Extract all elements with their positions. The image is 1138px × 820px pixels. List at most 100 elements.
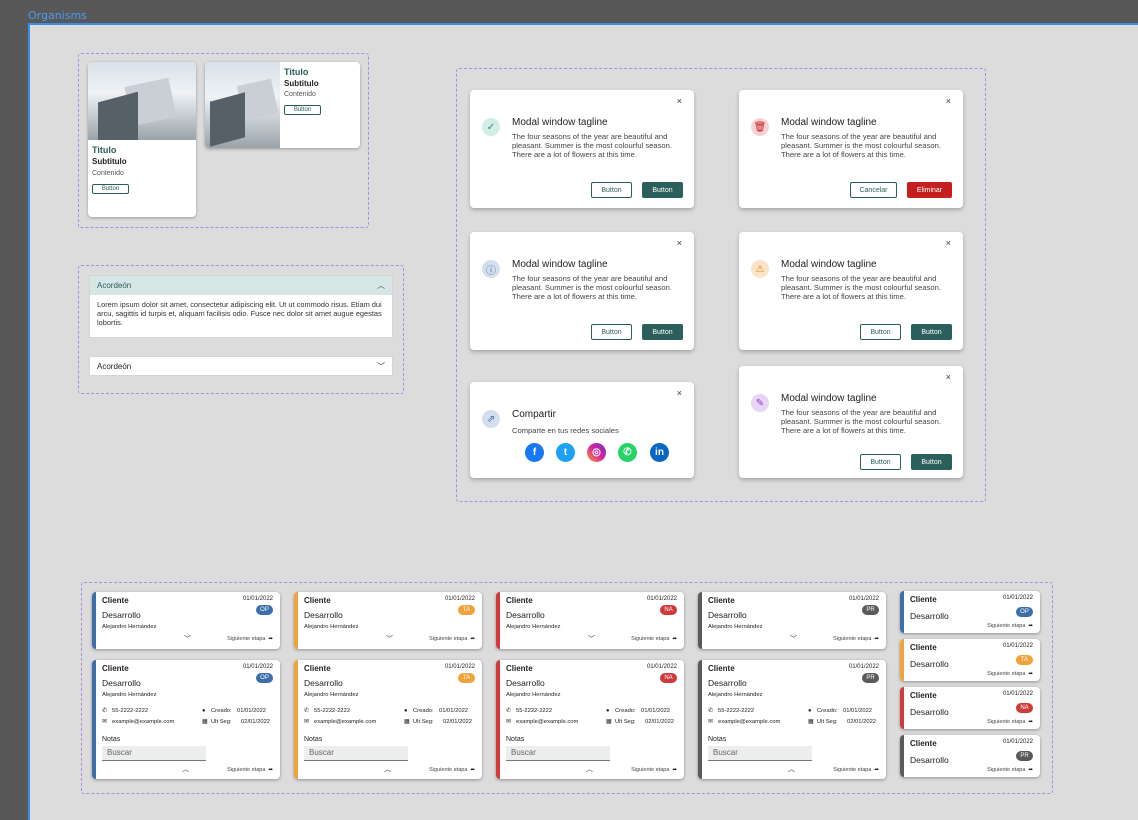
accordion-closed[interactable]: Acordeón ﹀ <box>89 356 393 376</box>
building-image <box>205 62 280 148</box>
status-stripe <box>92 660 96 779</box>
modal-secondary-button[interactable]: Button <box>591 324 632 340</box>
chevron-up-icon[interactable]: ︿ <box>182 764 189 774</box>
delete-button[interactable]: Eliminar <box>907 182 952 198</box>
client-date: 01/01/2022 <box>444 596 475 602</box>
next-stage-button[interactable]: Siguiente etapa ➦ <box>833 636 879 642</box>
next-stage-label: Siguiente etapa <box>833 636 872 642</box>
accordion-title: Acordeón <box>97 362 132 371</box>
created-label: Creado: <box>211 708 232 714</box>
next-stage-button[interactable]: Siguiente etapa ➦ <box>987 623 1033 629</box>
chevron-down-icon[interactable]: ﹀ <box>588 634 595 644</box>
client-date: 01/01/2022 <box>848 596 879 602</box>
client-date: 01/01/2022 <box>1002 595 1033 601</box>
client-label: Cliente <box>910 691 937 700</box>
client-stage: Desarrollo <box>708 678 747 688</box>
close-icon[interactable]: × <box>677 96 682 106</box>
client-card-expanded[interactable]: Cliente 01/01/2022 NA Desarrollo Alejandro H… <box>496 660 684 779</box>
client-card-compact[interactable]: Cliente 01/01/2022 TA Desarrollo Alejandro H… <box>294 592 482 649</box>
modal-primary-button[interactable]: Button <box>911 324 952 340</box>
next-stage-button[interactable]: Siguiente etapa ➦ <box>987 671 1033 677</box>
modal-primary-button[interactable]: Button <box>642 324 683 340</box>
next-stage-button[interactable]: Siguiente etapa ➦ <box>429 636 475 642</box>
vertical-card[interactable]: Titulo Subtitulo Contenido Button <box>88 62 196 217</box>
whatsapp-icon[interactable]: ✆ <box>618 443 637 462</box>
client-stage: Desarrollo <box>304 678 343 688</box>
next-stage-button[interactable]: Siguiente etapa ➦ <box>631 767 677 773</box>
notes-search-input[interactable]: Buscar <box>708 746 812 761</box>
next-stage-button[interactable]: Siguiente etapa ➦ <box>227 636 273 642</box>
forward-icon: ➦ <box>1028 671 1033 677</box>
instagram-icon[interactable]: ◎ <box>587 443 606 462</box>
next-stage-button[interactable]: Siguiente etapa ➦ <box>429 767 475 773</box>
status-stripe <box>294 660 298 779</box>
accordion-open[interactable]: Acordeón ︿ Lorem ipsum dolor sit amet, c… <box>89 275 393 338</box>
calendar-icon: ▦ <box>606 719 612 725</box>
client-card-mini[interactable]: Cliente 01/01/2022 PR Desarrollo Siguiente e… <box>900 735 1040 777</box>
client-name: Alejandro Hernández <box>708 692 763 698</box>
mail-icon: ✉ <box>102 719 107 725</box>
horizontal-card[interactable]: Titulo Subtitulo Contenido Button <box>205 62 360 148</box>
client-card-compact[interactable]: Cliente 01/01/2022 OP Desarrollo Alejandro H… <box>92 592 280 649</box>
cancel-button[interactable]: Cancelar <box>850 182 897 198</box>
notes-search-input[interactable]: Buscar <box>304 746 408 761</box>
next-stage-button[interactable]: Siguiente etapa ➦ <box>987 767 1033 773</box>
client-label: Cliente <box>304 596 331 605</box>
chevron-up-icon[interactable]: ︿ <box>586 764 593 774</box>
close-icon[interactable]: × <box>946 372 951 382</box>
next-stage-button[interactable]: Siguiente etapa ➦ <box>987 719 1033 725</box>
phone-icon: ✆ <box>304 708 309 714</box>
client-phone: 55-2222-2222 <box>314 708 351 714</box>
next-stage-button[interactable]: Siguiente etapa ➦ <box>833 767 879 773</box>
lastfollow-label: Ult Seg: <box>817 719 838 725</box>
client-label: Cliente <box>102 664 129 673</box>
close-icon[interactable]: × <box>946 96 951 106</box>
accordion-header[interactable]: Acordeón ︿ <box>90 276 392 295</box>
client-card-compact[interactable]: Cliente 01/01/2022 NA Desarrollo Alejandro H… <box>496 592 684 649</box>
client-email: example@example.com <box>314 719 377 725</box>
forward-icon: ➦ <box>672 636 677 642</box>
modal-primary-button[interactable]: Button <box>911 454 952 470</box>
card-button[interactable]: Button <box>92 184 129 194</box>
check-circle-icon: ✓ <box>482 118 500 136</box>
notes-search-input[interactable]: Buscar <box>102 746 206 761</box>
card-button[interactable]: Button <box>284 105 321 115</box>
forward-icon: ➦ <box>1028 767 1033 773</box>
client-card-compact[interactable]: Cliente 01/01/2022 PR Desarrollo Alejandro H… <box>698 592 886 649</box>
modal-secondary-button[interactable]: Button <box>860 454 901 470</box>
close-icon[interactable]: × <box>946 238 951 248</box>
building-image <box>88 62 196 140</box>
modal-text: The four seasons of the year are beautif… <box>781 132 941 159</box>
client-card-mini[interactable]: Cliente 01/01/2022 NA Desarrollo Siguiente e… <box>900 687 1040 729</box>
next-stage-label: Siguiente etapa <box>227 767 266 773</box>
facebook-icon[interactable]: f <box>525 443 544 462</box>
modal-text: The four seasons of the year are beautif… <box>512 132 672 159</box>
chevron-down-icon[interactable]: ﹀ <box>790 634 797 644</box>
close-icon[interactable]: × <box>677 388 682 398</box>
client-card-mini[interactable]: Cliente 01/01/2022 OP Desarrollo Siguiente e… <box>900 591 1040 633</box>
client-card-expanded[interactable]: Cliente 01/01/2022 TA Desarrollo Alejandro H… <box>294 660 482 779</box>
chevron-down-icon[interactable]: ﹀ <box>184 634 191 644</box>
next-stage-button[interactable]: Siguiente etapa ➦ <box>227 767 273 773</box>
status-stripe <box>496 660 500 779</box>
client-card-expanded[interactable]: Cliente 01/01/2022 PR Desarrollo Alejandro H… <box>698 660 886 779</box>
phone-icon: ✆ <box>102 708 107 714</box>
linkedin-icon[interactable]: in <box>650 443 669 462</box>
client-card-expanded[interactable]: Cliente 01/01/2022 OP Desarrollo Alejandro H… <box>92 660 280 779</box>
accordion-body: Lorem ipsum dolor sit amet, consectetur … <box>97 300 382 327</box>
next-stage-button[interactable]: Siguiente etapa ➦ <box>631 636 677 642</box>
chevron-up-icon[interactable]: ︿ <box>788 764 795 774</box>
status-badge: OP <box>256 673 273 683</box>
card-subtitle: Subtitulo <box>92 157 127 166</box>
twitter-icon[interactable]: t <box>556 443 575 462</box>
client-card-mini[interactable]: Cliente 01/01/2022 TA Desarrollo Siguiente e… <box>900 639 1040 681</box>
modal-secondary-button[interactable]: Button <box>860 324 901 340</box>
chevron-up-icon[interactable]: ︿ <box>384 764 391 774</box>
chevron-down-icon[interactable]: ﹀ <box>386 634 393 644</box>
modal-primary-button[interactable]: Button <box>642 182 683 198</box>
modal-title: Modal window tagline <box>512 117 608 128</box>
close-icon[interactable]: × <box>677 238 682 248</box>
forward-icon: ➦ <box>470 636 475 642</box>
modal-secondary-button[interactable]: Button <box>591 182 632 198</box>
notes-search-input[interactable]: Buscar <box>506 746 610 761</box>
